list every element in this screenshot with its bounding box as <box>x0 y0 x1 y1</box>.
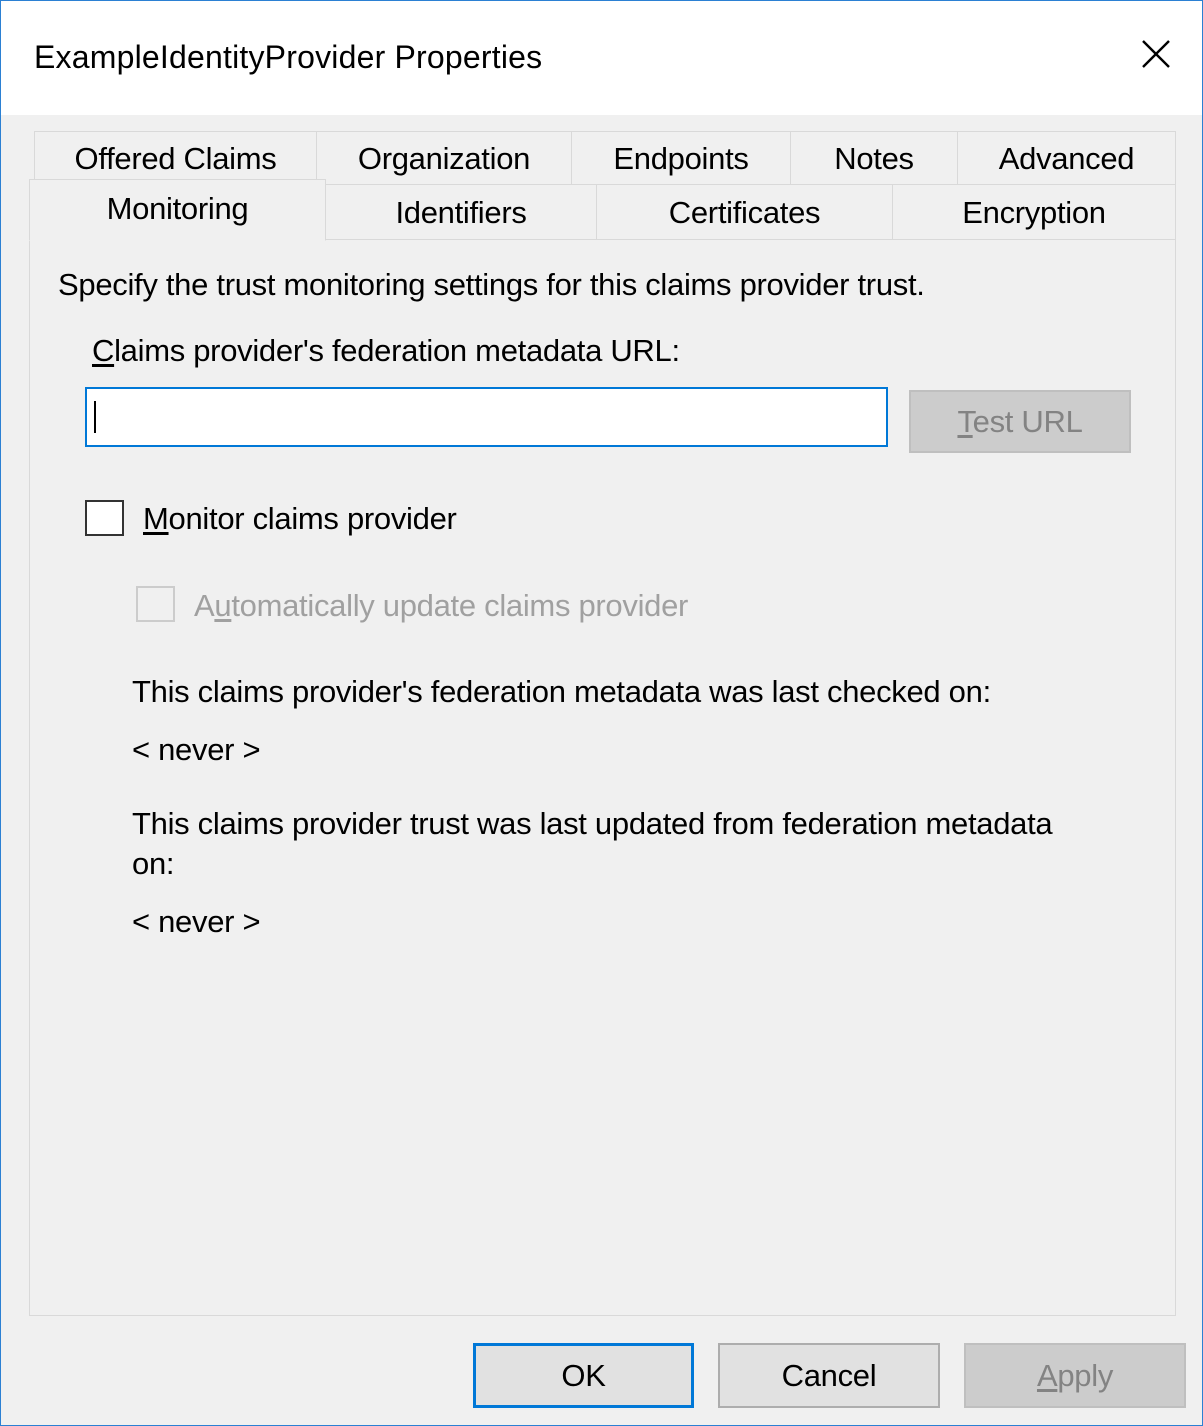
last-updated-label-line2: on: <box>132 846 175 881</box>
metadata-url-label-text: laims provider's federation metadata URL… <box>114 333 680 368</box>
text-caret <box>94 401 96 433</box>
close-icon <box>1142 40 1170 68</box>
auto-update-checkbox[interactable] <box>136 586 175 622</box>
monitor-mnemonic: M <box>143 501 169 536</box>
tab-advanced[interactable]: Advanced <box>957 131 1176 185</box>
tab-identifiers[interactable]: Identifiers <box>325 184 597 240</box>
ok-button[interactable]: OK <box>473 1343 694 1408</box>
tab-offered-claims[interactable]: Offered Claims <box>34 131 317 185</box>
tab-encryption[interactable]: Encryption <box>892 184 1176 240</box>
apply-label: pply <box>1057 1358 1114 1393</box>
test-url-button[interactable]: Test URL <box>909 390 1131 453</box>
auto-update-prefix: A <box>194 588 215 623</box>
auto-update-label[interactable]: Automatically update claims provider <box>194 588 688 624</box>
title-bar: ExampleIdentityProvider Properties <box>1 1 1202 115</box>
tab-monitoring[interactable]: Monitoring <box>29 179 326 241</box>
properties-dialog: ExampleIdentityProvider Properties Offer… <box>0 0 1203 1426</box>
test-url-label: est URL <box>972 404 1083 439</box>
auto-update-mnemonic: u <box>214 588 232 623</box>
monitor-claims-provider-checkbox[interactable] <box>85 500 124 536</box>
last-updated-value: < never > <box>132 904 261 939</box>
close-button[interactable] <box>1121 21 1191 87</box>
window-title: ExampleIdentityProvider Properties <box>34 39 543 75</box>
cancel-button[interactable]: Cancel <box>718 1343 940 1408</box>
monitoring-description: Specify the trust monitoring settings fo… <box>58 267 925 302</box>
apply-mnemonic: A <box>1036 1358 1058 1393</box>
last-updated-label-line1: This claims provider trust was last upda… <box>132 806 1053 841</box>
monitor-claims-provider-label[interactable]: Monitor claims provider <box>143 501 457 537</box>
apply-button[interactable]: Apply <box>964 1343 1186 1408</box>
tab-notes[interactable]: Notes <box>790 131 958 185</box>
auto-update-label-text: tomatically update claims provider <box>231 588 689 623</box>
tab-certificates[interactable]: Certificates <box>596 184 893 240</box>
tab-endpoints[interactable]: Endpoints <box>571 131 791 185</box>
monitor-label-text: onitor claims provider <box>168 501 457 536</box>
last-checked-label: This claims provider's federation metada… <box>132 674 991 709</box>
test-url-mnemonic: T <box>957 404 973 439</box>
last-checked-value: < never > <box>132 732 261 767</box>
metadata-url-label-mnemonic: C <box>92 333 115 368</box>
metadata-url-label: Claims provider's federation metadata UR… <box>92 333 680 369</box>
metadata-url-input[interactable] <box>85 387 888 447</box>
tab-organization[interactable]: Organization <box>316 131 572 185</box>
